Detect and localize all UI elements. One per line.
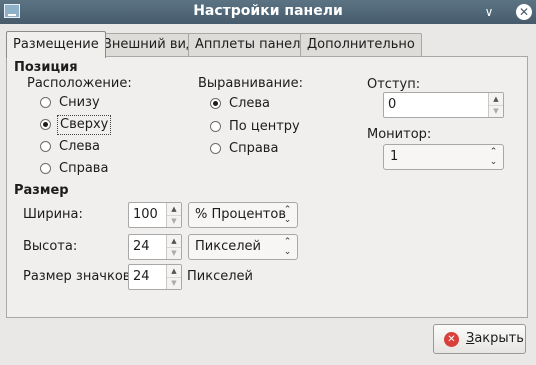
icon-size-label: Размер значков: xyxy=(23,269,135,284)
radio-indicator xyxy=(210,143,221,154)
select-value: 1 xyxy=(390,149,399,164)
height-unit-select[interactable]: Пикселей ⌃ ⌄ xyxy=(188,234,298,260)
size-heading: Размер xyxy=(14,183,69,198)
monitor-label: Монитор: xyxy=(367,127,432,142)
alignment-label: Выравнивание: xyxy=(198,76,303,91)
close-button-label: Закрыть xyxy=(466,331,524,346)
margin-label: Отступ: xyxy=(367,77,421,92)
location-label: Расположение: xyxy=(27,76,132,91)
spinbox-value: 24 xyxy=(133,269,150,284)
updown-chevron-icon: ⌃ ⌄ xyxy=(283,205,292,225)
radio-indicator xyxy=(40,163,51,174)
icon-size-unit: Пикселей xyxy=(187,269,253,284)
radio-label: Сверху xyxy=(57,115,112,135)
radio-indicator-checked xyxy=(210,98,221,109)
radio-indicator-checked xyxy=(40,119,51,130)
spinbox-value: 100 xyxy=(133,207,158,222)
chevron-down-icon[interactable]: ▼ xyxy=(167,247,181,259)
radio-label: Слева xyxy=(59,139,101,154)
tab-placement[interactable]: Размещение xyxy=(6,31,106,58)
spinbox-value: 0 xyxy=(388,97,397,112)
select-value: % Процентов xyxy=(195,207,286,222)
close-button[interactable]: ✕ Закрыть xyxy=(433,324,526,354)
spinbox-arrows: ▲ ▼ xyxy=(166,235,181,259)
radio-indicator xyxy=(210,121,221,132)
radio-label: Справа xyxy=(59,161,109,176)
select-value: Пикселей xyxy=(195,239,261,254)
window-title: Настройки панели xyxy=(193,3,343,19)
radio-indicator xyxy=(40,141,51,152)
position-heading: Позиция xyxy=(14,60,78,75)
monitor-select[interactable]: 1 ⌃ ⌄ xyxy=(383,144,504,170)
radio-label: Снизу xyxy=(59,95,100,110)
tab-applets[interactable]: Апплеты панели xyxy=(188,33,316,57)
width-unit-select[interactable]: % Процентов ⌃ ⌄ xyxy=(188,202,298,228)
height-spinbox[interactable]: 24 ▲ ▼ xyxy=(128,234,182,260)
updown-chevron-icon: ⌃ ⌄ xyxy=(489,147,498,167)
margin-spinbox[interactable]: 0 ▲ ▼ xyxy=(383,92,504,118)
chevron-down-icon[interactable]: ▼ xyxy=(489,105,503,117)
chevron-down-icon[interactable]: ∨ xyxy=(480,3,498,21)
tab-panel-placement: Позиция Расположение: Снизу Сверху Слева… xyxy=(6,56,528,318)
height-label: Высота: xyxy=(23,239,78,254)
radio-label: Слева xyxy=(229,96,271,111)
icon-size-spinbox[interactable]: 24 ▲ ▼ xyxy=(128,264,182,290)
radio-label: По центру xyxy=(229,119,300,134)
width-spinbox[interactable]: 100 ▲ ▼ xyxy=(128,202,182,228)
tab-appearance[interactable]: Внешний вид xyxy=(96,33,202,57)
spinbox-arrows: ▲ ▼ xyxy=(166,203,181,227)
radio-label: Справа xyxy=(229,141,279,156)
updown-chevron-icon: ⌃ ⌄ xyxy=(283,237,292,257)
spinbox-value: 24 xyxy=(133,239,150,254)
title-bar[interactable]: Настройки панели ∨ ✕ xyxy=(0,0,536,24)
chevron-down-icon[interactable]: ▼ xyxy=(167,215,181,227)
width-label: Ширина: xyxy=(23,207,83,222)
chevron-down-icon[interactable]: ▼ xyxy=(167,277,181,289)
spinbox-arrows: ▲ ▼ xyxy=(488,93,503,117)
radio-indicator xyxy=(40,97,51,108)
spinbox-arrows: ▲ ▼ xyxy=(166,265,181,289)
close-circle-icon: ✕ xyxy=(444,332,459,347)
close-icon[interactable]: ✕ xyxy=(516,4,532,20)
tab-advanced[interactable]: Дополнительно xyxy=(300,33,422,57)
